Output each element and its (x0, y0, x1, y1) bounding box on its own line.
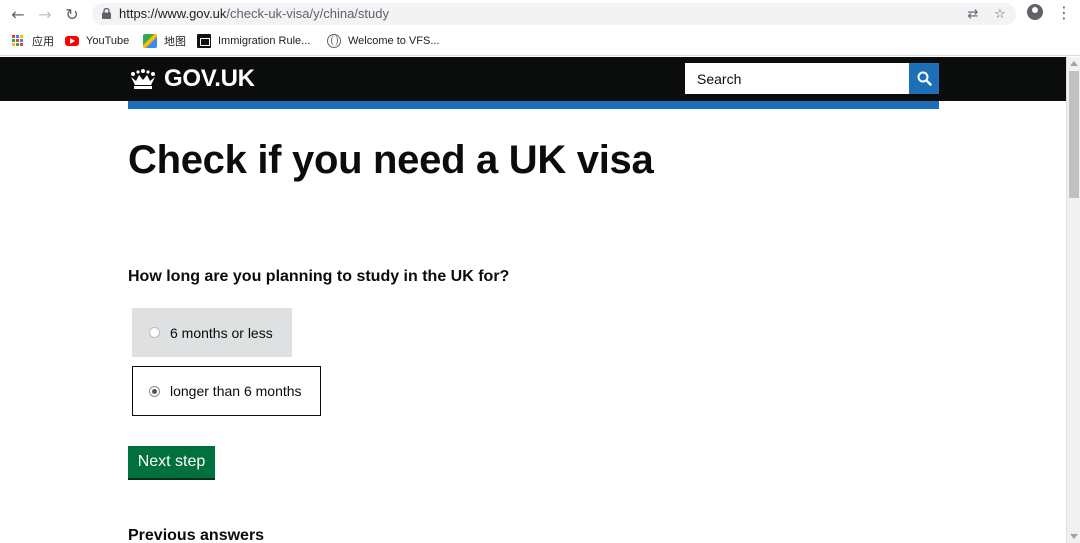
star-icon[interactable]: ☆ (992, 6, 1008, 22)
youtube-icon (65, 36, 79, 46)
search-icon (917, 71, 932, 86)
radio-6-months-or-less[interactable] (149, 327, 160, 338)
study-duration-question: How long are you planning to study in th… (128, 268, 510, 285)
radio-longer-than-6-months[interactable] (149, 385, 160, 397)
bookmark-immigration-rules[interactable]: Immigration Rule... (197, 33, 310, 49)
lock-icon (102, 8, 111, 19)
forward-icon[interactable]: → (35, 4, 55, 24)
bookmark-youtube[interactable]: YouTube (65, 33, 129, 49)
menu-icon[interactable]: ⋮ (1056, 4, 1072, 22)
globe-icon (327, 34, 341, 48)
logo-text: GOV.UK (164, 65, 255, 92)
previous-answers-heading: Previous answers (128, 527, 265, 543)
scroll-up-icon[interactable] (1070, 61, 1078, 66)
bookmark-maps[interactable]: 地图 (143, 33, 186, 49)
next-step-button[interactable]: Next step (128, 446, 215, 478)
url-text: https://www.gov.uk/check-uk-visa/y/china… (119, 6, 389, 21)
option-label: 6 months or less (170, 324, 273, 341)
search-input[interactable] (685, 63, 909, 94)
back-icon[interactable]: ← (8, 4, 28, 24)
translate-icon[interactable]: ⇄ (965, 6, 981, 22)
govuk-logo[interactable]: GOV.UK (128, 65, 255, 92)
page-scrollbar[interactable] (1066, 57, 1080, 543)
bookmark-label: Immigration Rule... (218, 35, 311, 47)
bookmark-label: YouTube (86, 35, 130, 47)
url-path: /check-uk-visa/y/china/study (226, 6, 389, 21)
option-longer-than-6-months[interactable]: longer than 6 months (132, 366, 321, 416)
address-bar[interactable]: https://www.gov.uk/check-uk-visa/y/china… (92, 3, 1016, 25)
bookmark-label: 应用 (32, 36, 54, 48)
crown-icon (131, 69, 155, 89)
bookmarks-bar: 应用 YouTube 地图 Immigration Rule... Welcom… (0, 30, 1080, 52)
scroll-thumb[interactable] (1069, 71, 1079, 198)
bookmark-vfs[interactable]: Welcome to VFS... (327, 33, 440, 49)
bookmark-label: Welcome to VFS... (348, 35, 440, 47)
option-label: longer than 6 months (170, 383, 302, 399)
bookmark-label: 地图 (164, 36, 186, 48)
apps-icon (11, 34, 25, 48)
page-title: Check if you need a UK visa (128, 138, 654, 182)
option-6-months-or-less[interactable]: 6 months or less (132, 308, 292, 357)
bookmark-apps[interactable]: 应用 (11, 33, 54, 49)
immigration-rules-icon (197, 34, 211, 48)
profile-icon[interactable] (1027, 4, 1043, 20)
reload-icon[interactable]: ↻ (62, 4, 82, 24)
scroll-down-icon[interactable] (1070, 534, 1078, 539)
search-button[interactable] (909, 63, 939, 94)
maps-icon (143, 34, 157, 48)
browser-chrome: ← → ↻ https://www.gov.uk/check-uk-visa/y… (0, 0, 1080, 56)
header-blue-bar (128, 101, 939, 109)
url-host: https://www.gov.uk (119, 6, 227, 21)
